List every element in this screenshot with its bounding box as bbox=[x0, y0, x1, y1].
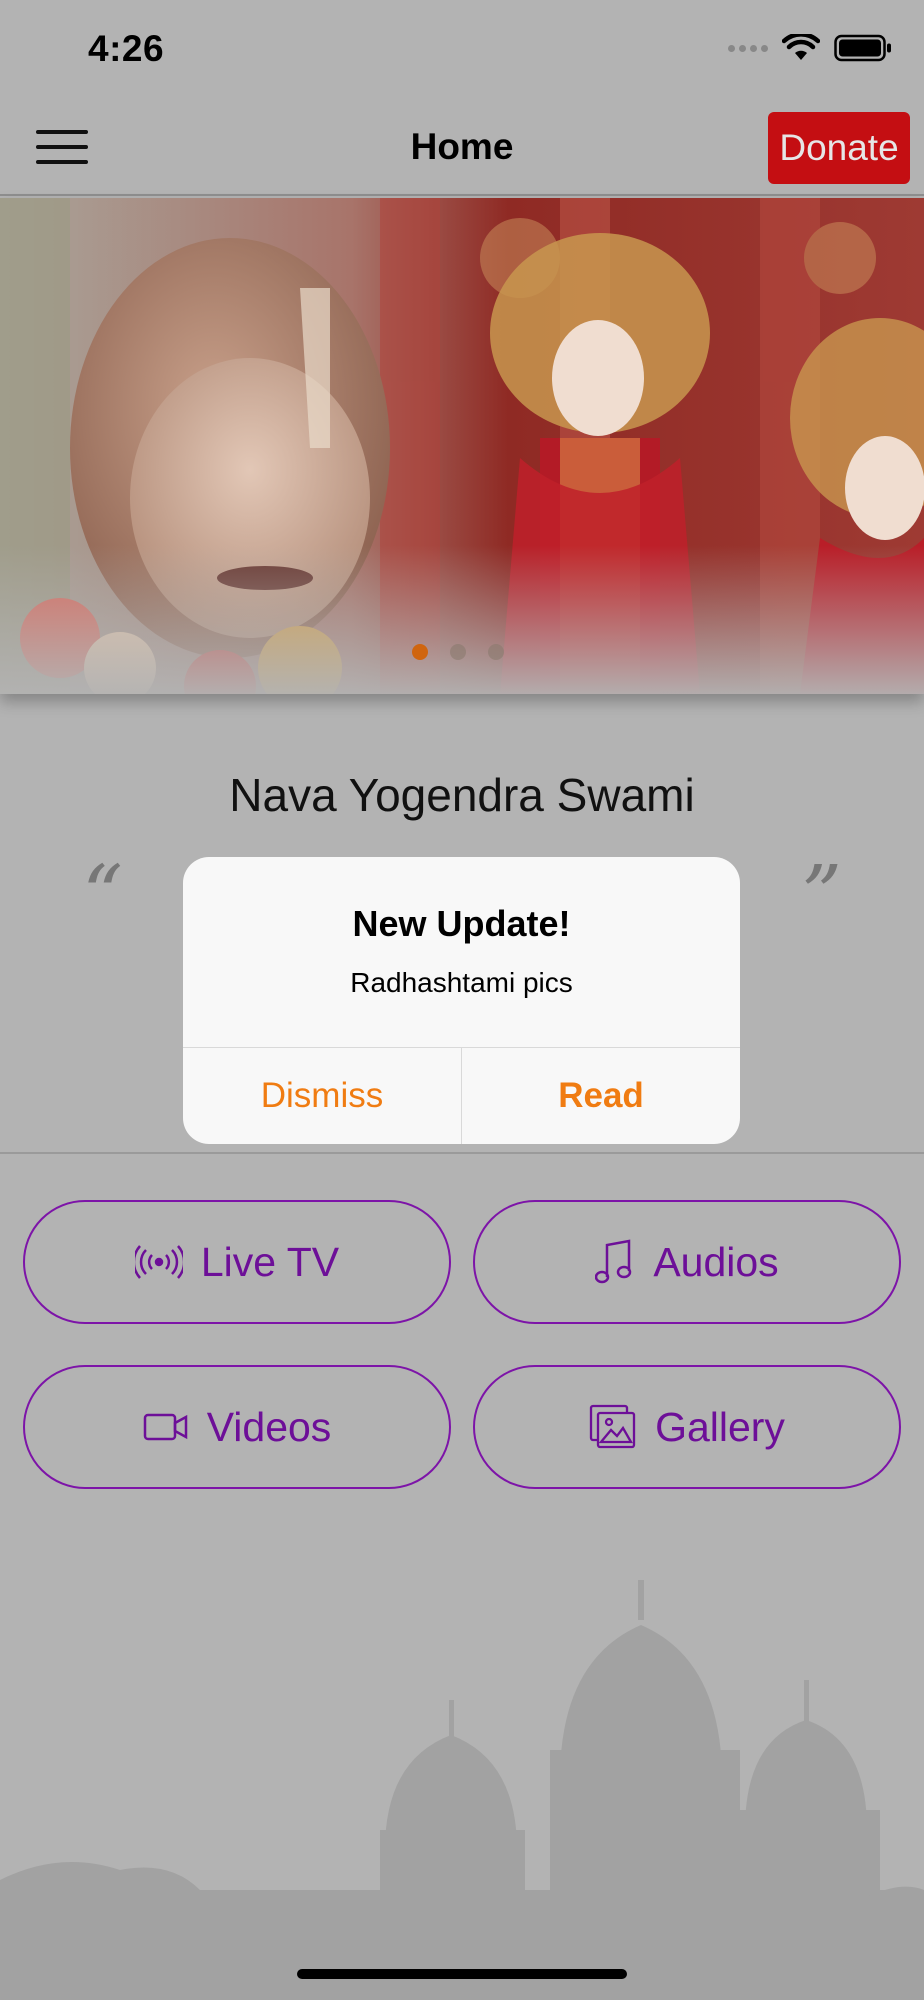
gallery-label: Gallery bbox=[655, 1403, 785, 1450]
gallery-button[interactable]: Gallery bbox=[473, 1365, 901, 1489]
dialog-message: Radhashtami pics bbox=[350, 967, 573, 998]
navigation-bar: Home Donate bbox=[0, 100, 924, 196]
carousel-dot[interactable] bbox=[488, 644, 504, 660]
update-alert-dialog: New Update! Radhashtami pics Dismiss Rea… bbox=[183, 857, 740, 1144]
audios-button[interactable]: Audios bbox=[473, 1200, 901, 1324]
status-icons bbox=[728, 34, 892, 62]
live-tv-label: Live TV bbox=[200, 1238, 340, 1285]
status-bar: 4:26 bbox=[0, 0, 924, 100]
music-note-icon bbox=[595, 1239, 632, 1284]
banner-image bbox=[0, 198, 924, 694]
read-button[interactable]: Read bbox=[461, 1048, 740, 1144]
broadcast-icon bbox=[134, 1245, 183, 1279]
status-time: 4:26 bbox=[88, 28, 165, 69]
videos-button[interactable]: Videos bbox=[23, 1365, 451, 1489]
home-indicator[interactable] bbox=[297, 1969, 627, 1979]
video-camera-icon bbox=[143, 1413, 187, 1441]
battery-icon bbox=[834, 34, 891, 62]
section-divider bbox=[0, 1152, 924, 1154]
quote-close-mark: ” bbox=[801, 848, 842, 941]
dialog-title: New Update! bbox=[352, 903, 571, 944]
donate-button[interactable]: Donate bbox=[768, 112, 910, 184]
carousel-dot-active[interactable] bbox=[412, 644, 428, 660]
carousel-pagination[interactable] bbox=[412, 644, 504, 660]
profile-name: Nava Yogendra Swami bbox=[229, 769, 695, 821]
cellular-signal-icon bbox=[728, 44, 768, 52]
carousel-dot[interactable] bbox=[450, 644, 466, 660]
live-tv-button[interactable]: Live TV bbox=[23, 1200, 451, 1324]
wifi-icon bbox=[782, 34, 820, 60]
quote-open-mark: “ bbox=[82, 848, 123, 941]
banner-carousel[interactable] bbox=[0, 198, 924, 694]
dismiss-button[interactable]: Dismiss bbox=[183, 1048, 461, 1144]
photos-icon bbox=[589, 1404, 636, 1449]
videos-label: Videos bbox=[206, 1403, 332, 1450]
audios-label: Audios bbox=[653, 1238, 779, 1285]
dialog-actions: Dismiss Read bbox=[183, 1047, 740, 1144]
temple-silhouette bbox=[0, 1580, 924, 2000]
